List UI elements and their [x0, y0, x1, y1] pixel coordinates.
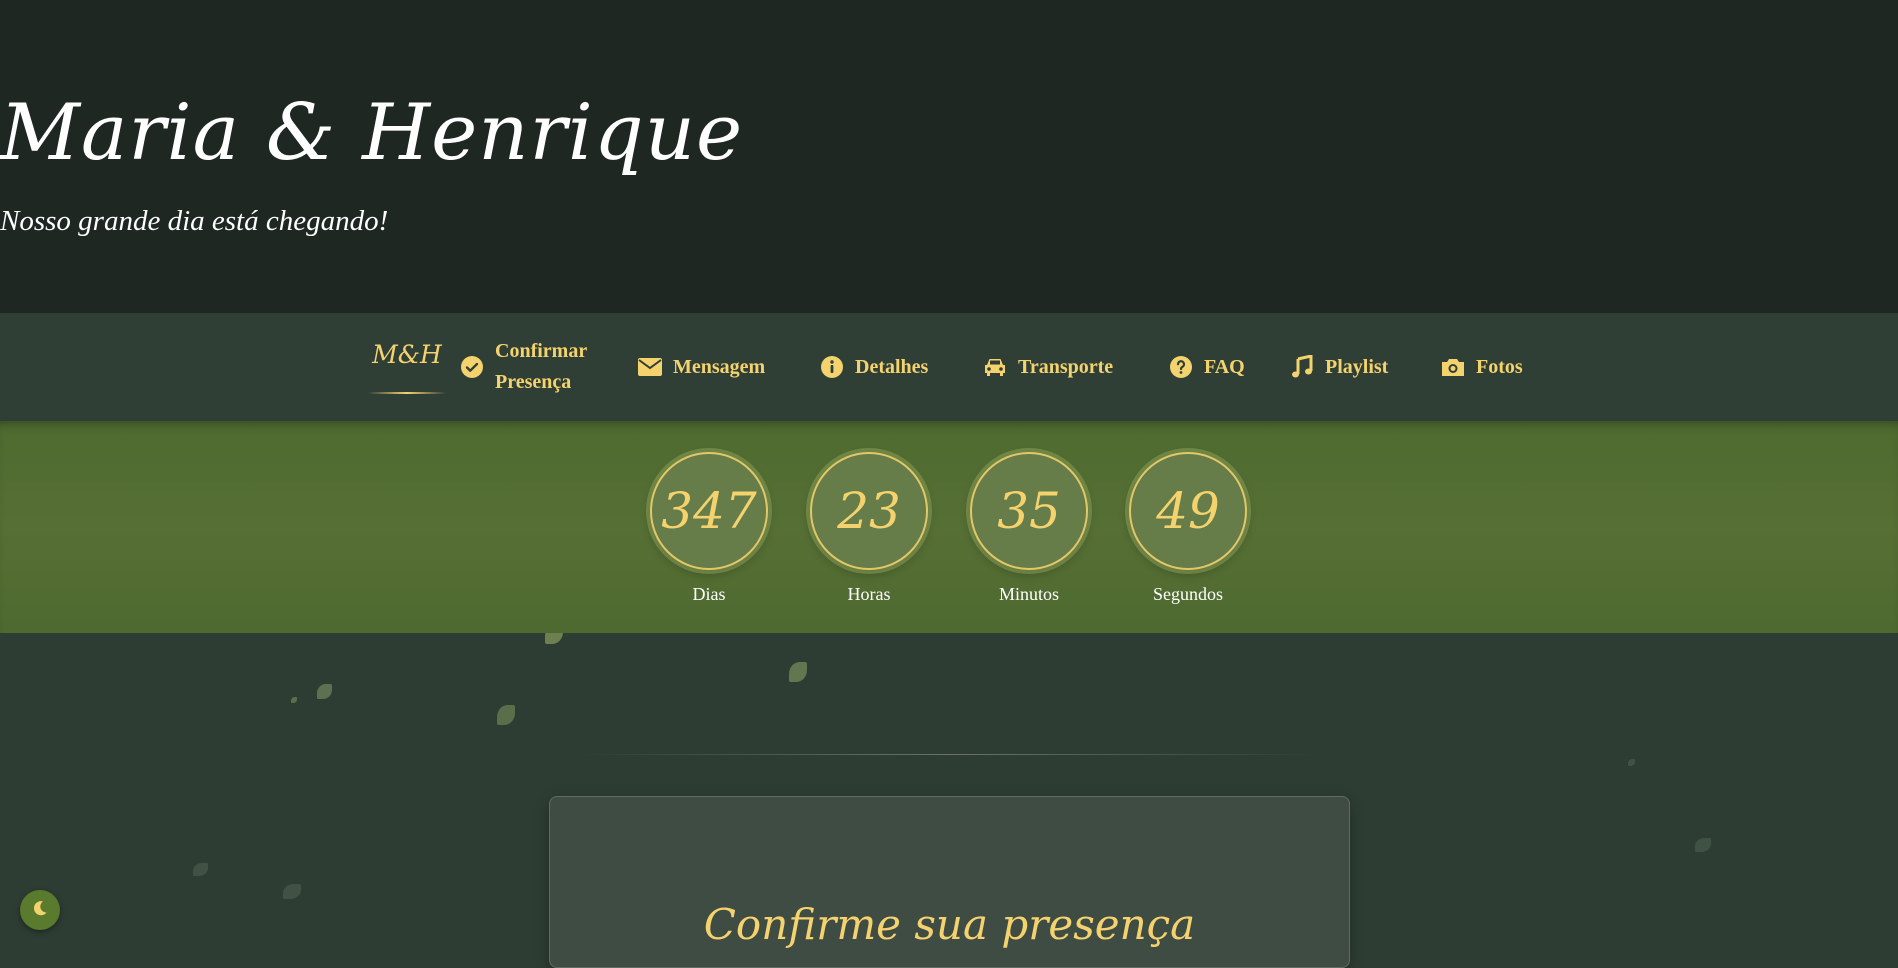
petal: [291, 697, 297, 703]
countdown-seconds: 49 Segundos: [1128, 452, 1248, 605]
petal: [1628, 759, 1635, 766]
nav-item-transporte[interactable]: Transporte: [982, 339, 1113, 395]
theme-toggle-button[interactable]: [20, 890, 60, 930]
nav-item-confirmar-presenca[interactable]: Confirmar Presença: [459, 339, 605, 395]
countdown-days-value: 347: [650, 452, 768, 570]
nav-item-mensagem[interactable]: Mensagem: [637, 339, 765, 395]
nav-item-playlist[interactable]: Playlist: [1289, 339, 1388, 395]
nav-logo-underline: [368, 392, 446, 394]
nav-item-label: Confirmar Presença: [495, 340, 587, 393]
countdown-minutes: 35 Minutos: [969, 452, 1089, 605]
nav-item-fotos[interactable]: Fotos: [1440, 339, 1523, 395]
petal: [1695, 838, 1711, 852]
nav-item-label: Mensagem: [673, 355, 766, 378]
countdown-seconds-label: Segundos: [1152, 584, 1223, 604]
nav-item-label: Detalhes: [855, 355, 929, 378]
countdown-section: [0, 421, 1898, 633]
camera-icon: [1440, 354, 1466, 380]
petal: [497, 705, 515, 725]
section-divider: [580, 754, 1320, 755]
nav-item-label: Playlist: [1325, 355, 1389, 378]
music-note-icon: [1289, 354, 1315, 380]
moon-icon: [32, 900, 48, 920]
petal: [193, 863, 208, 876]
countdown-hours-value: 23: [810, 452, 928, 570]
hero-subtitle: Nosso grande dia está chegando!: [0, 205, 389, 237]
petal: [317, 684, 332, 699]
nav-logo[interactable]: M&H: [370, 340, 444, 369]
countdown-hours: 23 Horas: [809, 452, 929, 605]
petal: [789, 662, 807, 682]
info-circle-icon: [819, 354, 845, 380]
nav-item-label: Fotos: [1476, 355, 1523, 378]
countdown-seconds-value: 49: [1129, 452, 1247, 570]
nav-item-label: Transporte: [1018, 355, 1114, 378]
countdown-days: 347 Dias: [649, 452, 769, 605]
countdown-minutes-value: 35: [970, 452, 1088, 570]
nav-item-label: FAQ: [1204, 355, 1245, 378]
rsvp-title: Confirme sua presença: [703, 900, 1196, 949]
countdown-days-label: Dias: [692, 584, 726, 604]
petal: [283, 884, 301, 899]
check-circle-icon: [459, 354, 485, 380]
countdown-minutes-label: Minutos: [998, 584, 1059, 604]
couple-names-title: Maria & Henrique: [0, 88, 744, 178]
envelope-icon: [637, 354, 663, 380]
nav-item-detalhes[interactable]: Detalhes: [819, 339, 928, 395]
question-circle-icon: [1168, 354, 1194, 380]
main-navigation: [0, 313, 1898, 421]
nav-item-faq[interactable]: FAQ: [1168, 339, 1245, 395]
countdown-hours-label: Horas: [847, 584, 891, 604]
car-icon: [982, 354, 1008, 380]
